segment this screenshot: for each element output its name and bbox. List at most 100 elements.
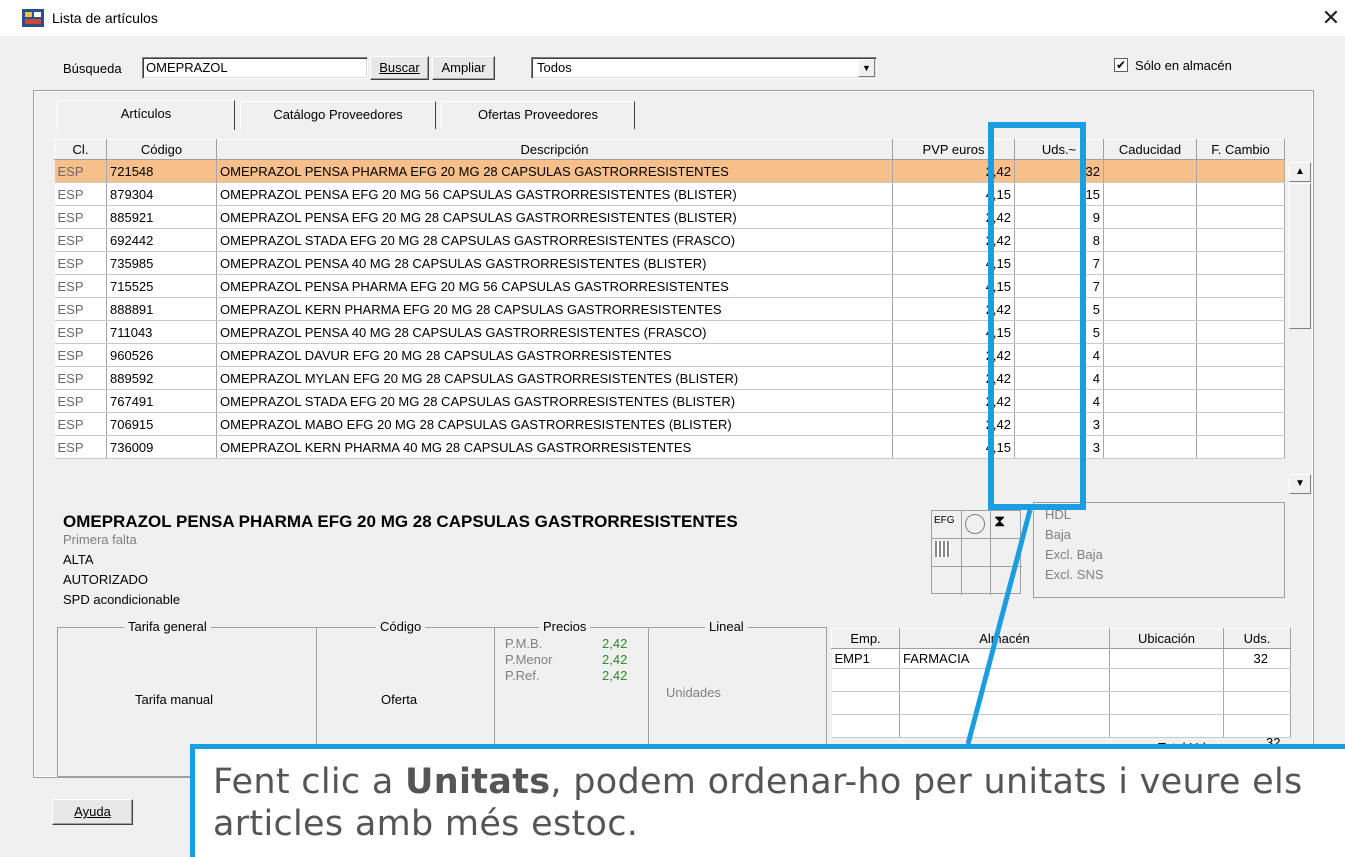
col-header-description[interactable]: Descripción	[216, 139, 893, 160]
col-header-class[interactable]: Cl.	[54, 139, 107, 160]
table-row[interactable]: ESP 736009 OMEPRAZOL KERN PHARMA 40 MG 28 …	[54, 435, 1285, 459]
cell-expiry	[1103, 320, 1197, 344]
cell-pvp: 2,42	[892, 343, 1015, 367]
price-label: P.Menor	[505, 652, 553, 667]
articles-table-header: Cl. Código Descripción PVP euros Uds.~ C…	[54, 139, 1285, 160]
price-value: 2,42	[602, 668, 628, 683]
articles-table: Cl. Código Descripción PVP euros Uds.~ C…	[54, 139, 1285, 459]
scroll-up-icon[interactable]: ▲	[1289, 162, 1311, 182]
tab-articulos[interactable]: Artículos	[57, 100, 235, 130]
cell-expiry	[1103, 389, 1197, 413]
stock-emp: EMP1	[831, 648, 900, 669]
cell-description: OMEPRAZOL DAVUR EFG 20 MG 28 CAPSULAS GA…	[216, 343, 893, 367]
stock-table: Emp. Almacén Ubicación Uds. EMP1 FARMACI…	[831, 628, 1291, 738]
cell-code: 885921	[106, 205, 217, 229]
detail-line-authorized: AUTORIZADO	[63, 572, 148, 587]
search-input[interactable]: OMEPRAZOL	[142, 57, 368, 79]
cell-units: 3	[1014, 412, 1104, 436]
tab-catalogo-proveedores[interactable]: Catálogo Proveedores	[240, 101, 436, 129]
stock-row-empty	[831, 714, 1291, 738]
cell-change-date	[1196, 182, 1285, 206]
cell-class: ESP	[54, 412, 107, 436]
price-label: P.Ref.	[505, 668, 540, 683]
only-stock-checkbox[interactable]: ✔	[1114, 58, 1128, 72]
table-row[interactable]: ESP 721548 OMEPRAZOL PENSA PHARMA EFG 20 M…	[54, 159, 1285, 183]
cell-expiry	[1103, 435, 1197, 459]
col-header-change-date[interactable]: F. Cambio	[1196, 139, 1285, 160]
flags-panel: HDL Baja Excl. Baja Excl. SNS	[1033, 502, 1285, 598]
stock-col-ubicacion[interactable]: Ubicación	[1109, 628, 1224, 649]
table-row[interactable]: ESP 885921 OMEPRAZOL PENSA EFG 20 MG 28 CA…	[54, 205, 1285, 229]
tab-articulos-label: Artículos	[120, 106, 172, 121]
cell-pvp: 2,42	[892, 228, 1015, 252]
cell-pvp: 2,42	[892, 297, 1015, 321]
tutorial-callout: Fent clic a Unitats, podem ordenar-ho pe…	[190, 744, 1345, 857]
cell-code: 889592	[106, 366, 217, 390]
table-row[interactable]: ESP 767491 OMEPRAZOL STADA EFG 20 MG 28 CA…	[54, 389, 1285, 413]
table-row[interactable]: ESP 889592 OMEPRAZOL MYLAN EFG 20 MG 28 CA…	[54, 366, 1285, 390]
circle-icon	[965, 514, 985, 534]
cell-units: 9	[1014, 205, 1104, 229]
cell-units: 3	[1014, 435, 1104, 459]
only-stock-label: Sólo en almacén	[1135, 58, 1232, 73]
cell-pvp: 4,15	[892, 251, 1015, 275]
stock-row[interactable]: EMP1 FARMACIA 32	[831, 648, 1291, 669]
articles-scrollbar[interactable]: ▲ ▼	[1289, 162, 1311, 494]
cell-units: 5	[1014, 320, 1104, 344]
table-row[interactable]: ESP 888891 OMEPRAZOL KERN PHARMA EFG 20 MG…	[54, 297, 1285, 321]
stock-col-emp[interactable]: Emp.	[831, 628, 900, 649]
col-header-pvp[interactable]: PVP euros	[892, 139, 1015, 160]
cell-class: ESP	[54, 297, 107, 321]
cell-change-date	[1196, 297, 1285, 321]
cell-change-date	[1196, 228, 1285, 252]
close-icon[interactable]: ✕	[1318, 4, 1344, 32]
table-row[interactable]: ESP 692442 OMEPRAZOL STADA EFG 20 MG 28 CA…	[54, 228, 1285, 252]
cell-units: 5	[1014, 297, 1104, 321]
cell-pvp: 2,42	[892, 205, 1015, 229]
cell-units: 4	[1014, 343, 1104, 367]
price-value: 2,42	[602, 636, 628, 651]
chevron-down-icon[interactable]: ▼	[858, 59, 875, 77]
cell-code: 692442	[106, 228, 217, 252]
cell-change-date	[1196, 389, 1285, 413]
price-value: 2,42	[602, 652, 628, 667]
stock-col-almacen[interactable]: Almacén	[899, 628, 1110, 649]
scroll-down-icon[interactable]: ▼	[1289, 474, 1311, 494]
article-list-window: Lista de artículos ✕ Búsqueda OMEPRAZOL …	[0, 0, 1345, 857]
cell-description: OMEPRAZOL KERN PHARMA EFG 20 MG 28 CAPSU…	[216, 297, 893, 321]
detail-product-name: OMEPRAZOL PENSA PHARMA EFG 20 MG 28 CAPS…	[63, 512, 738, 531]
table-row[interactable]: ESP 735985 OMEPRAZOL PENSA 40 MG 28 CAPSUL…	[54, 251, 1285, 275]
expand-button-label: Ampliar	[441, 60, 486, 75]
col-header-expiry[interactable]: Caducidad	[1103, 139, 1197, 160]
precios-label: Precios	[539, 619, 591, 634]
table-row[interactable]: ESP 706915 OMEPRAZOL MABO EFG 20 MG 28 CAP…	[54, 412, 1285, 436]
cell-description: OMEPRAZOL PENSA 40 MG 28 CAPSULAS GASTRO…	[216, 251, 893, 275]
help-button-label: Ayuda	[74, 804, 111, 819]
codigo-label: Código	[376, 619, 426, 634]
stock-almacen: FARMACIA	[899, 648, 1110, 669]
col-header-code[interactable]: Código	[106, 139, 217, 160]
cell-expiry	[1103, 274, 1197, 298]
expand-button[interactable]: Ampliar	[432, 56, 495, 80]
title-bar: Lista de artículos ✕	[0, 0, 1345, 36]
filter-select[interactable]: Todos ▼	[531, 57, 877, 79]
cell-pvp: 4,15	[892, 320, 1015, 344]
cell-class: ESP	[54, 274, 107, 298]
detail-line-first-missing: Primera falta	[63, 532, 137, 547]
cell-code: 736009	[106, 435, 217, 459]
table-row[interactable]: ESP 960526 OMEPRAZOL DAVUR EFG 20 MG 28 CA…	[54, 343, 1285, 367]
cell-pvp: 2,42	[892, 366, 1015, 390]
cell-expiry	[1103, 412, 1197, 436]
col-header-units[interactable]: Uds.~	[1014, 139, 1104, 160]
table-row[interactable]: ESP 715525 OMEPRAZOL PENSA PHARMA EFG 20 M…	[54, 274, 1285, 298]
search-button[interactable]: Buscar	[370, 56, 429, 80]
price-label: P.M.B.	[505, 636, 543, 651]
help-button[interactable]: Ayuda	[52, 799, 133, 825]
stock-col-uds[interactable]: Uds.	[1223, 628, 1291, 649]
cell-units: 4	[1014, 366, 1104, 390]
cell-units: 15	[1014, 182, 1104, 206]
tab-ofertas-proveedores[interactable]: Ofertas Proveedores	[441, 101, 635, 129]
table-row[interactable]: ESP 711043 OMEPRAZOL PENSA 40 MG 28 CAPSUL…	[54, 320, 1285, 344]
scroll-thumb[interactable]	[1289, 183, 1311, 329]
table-row[interactable]: ESP 879304 OMEPRAZOL PENSA EFG 20 MG 56 CA…	[54, 182, 1285, 206]
